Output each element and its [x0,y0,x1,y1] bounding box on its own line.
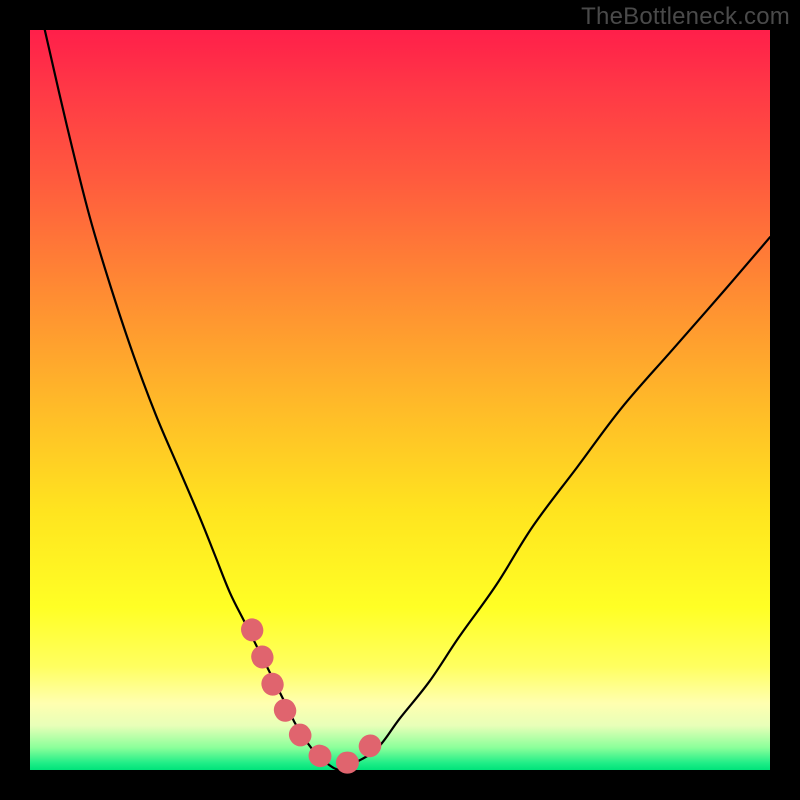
chart-frame: TheBottleneck.com [0,0,800,800]
bottleneck-curve [45,30,770,770]
plot-area [30,30,770,770]
curve-layer [30,30,770,770]
attribution-text: TheBottleneck.com [581,3,790,31]
highlight-markers [252,629,385,762]
